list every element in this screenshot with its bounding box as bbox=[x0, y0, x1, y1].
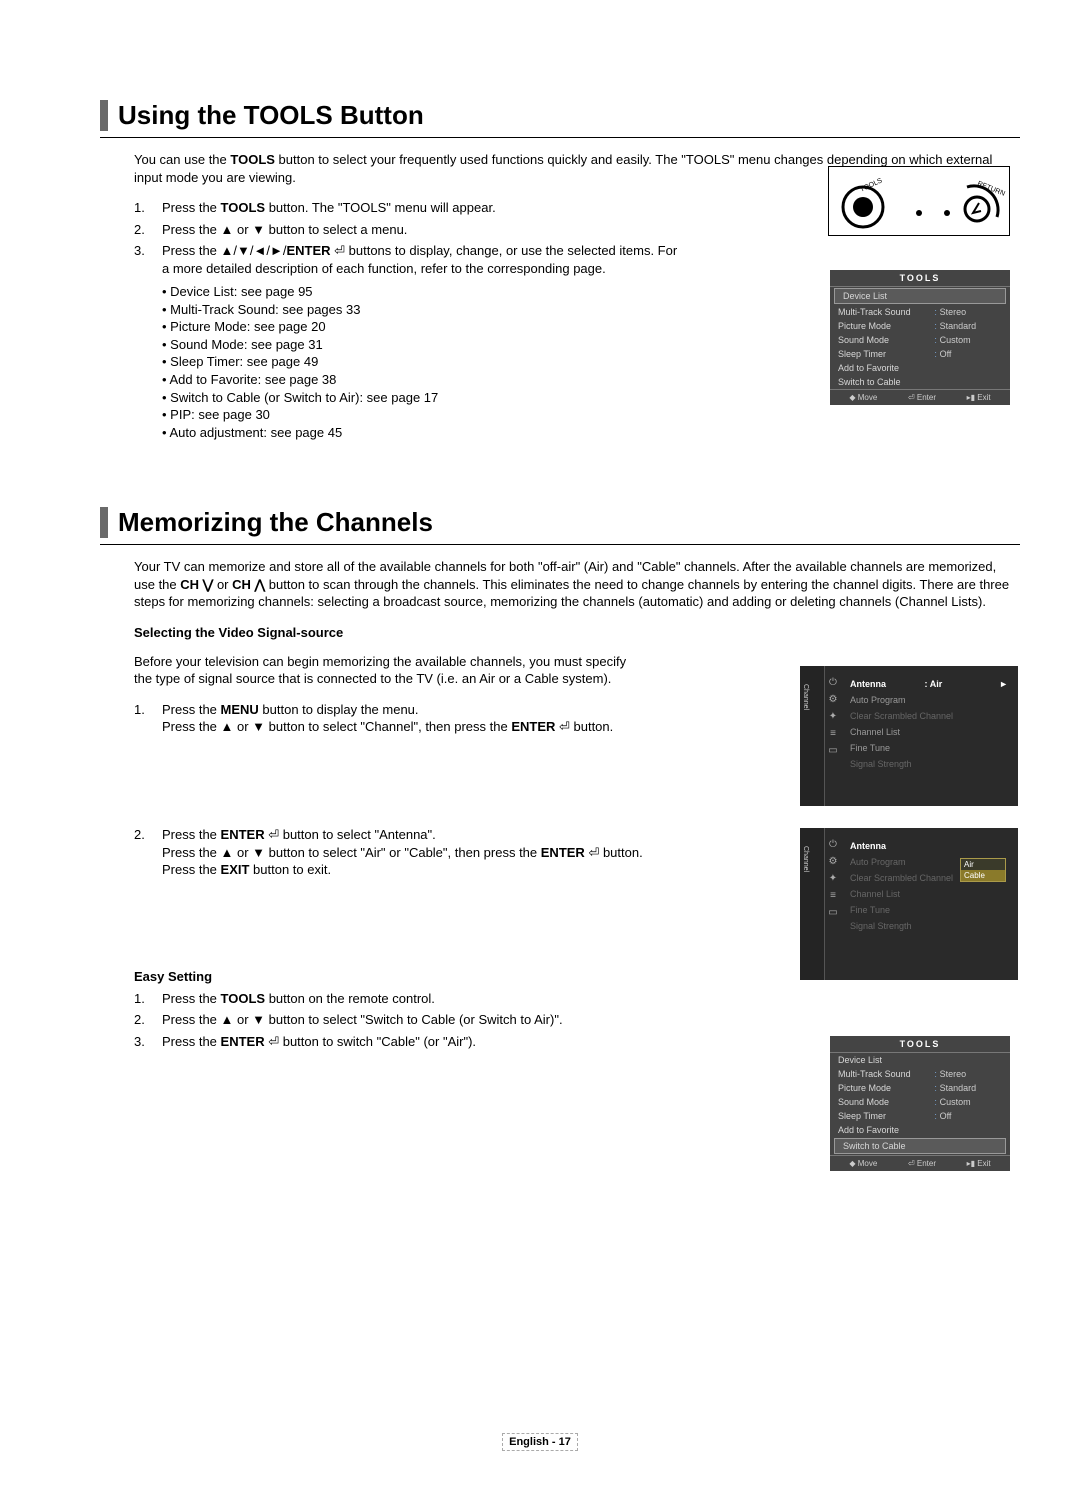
divider bbox=[100, 137, 1020, 138]
gear-icon: ✦ bbox=[824, 870, 842, 887]
svg-text:TOOLS: TOOLS bbox=[859, 177, 884, 193]
gear-icon: ✦ bbox=[824, 708, 842, 725]
gear-icon: ⚙ bbox=[824, 691, 842, 708]
power-icon: ⏻ bbox=[824, 836, 842, 853]
tools-menu-screenshot-1: TOOLS Device List Multi-Track Sound:Ster… bbox=[830, 270, 1010, 405]
antenna-dropdown: Air Cable bbox=[960, 858, 1006, 882]
section-title-memorizing: Memorizing the Channels bbox=[100, 507, 1020, 538]
section-title-tools: Using the TOOLS Button bbox=[100, 100, 1020, 131]
channel-osd-1: Channel ⏻ ⚙ ✦ ≡ ▭ Antenna: Air► Auto Pro… bbox=[800, 666, 1018, 806]
network-icon: ≡ bbox=[824, 725, 842, 742]
tools-menu-screenshot-2: TOOLS Device List Multi-Track Sound:Ster… bbox=[830, 1036, 1010, 1171]
divider bbox=[100, 544, 1020, 545]
cast-icon: ▭ bbox=[824, 904, 842, 921]
memorizing-intro: Your TV can memorize and store all of th… bbox=[134, 558, 1020, 611]
power-icon: ⏻ bbox=[824, 674, 842, 691]
remote-illustration: TOOLS RETURN bbox=[828, 166, 1010, 236]
gear-icon: ⚙ bbox=[824, 853, 842, 870]
cast-icon: ▭ bbox=[824, 742, 842, 759]
signal-source-para: Before your television can begin memoriz… bbox=[134, 653, 644, 688]
channel-osd-2: Channel ⏻ ⚙ ✦ ≡ ▭ Antenna Auto Program C… bbox=[800, 828, 1018, 980]
page-footer: English - 17 bbox=[0, 1436, 1080, 1448]
network-icon: ≡ bbox=[824, 887, 842, 904]
subhead-signal-source: Selecting the Video Signal-source bbox=[134, 625, 1020, 640]
